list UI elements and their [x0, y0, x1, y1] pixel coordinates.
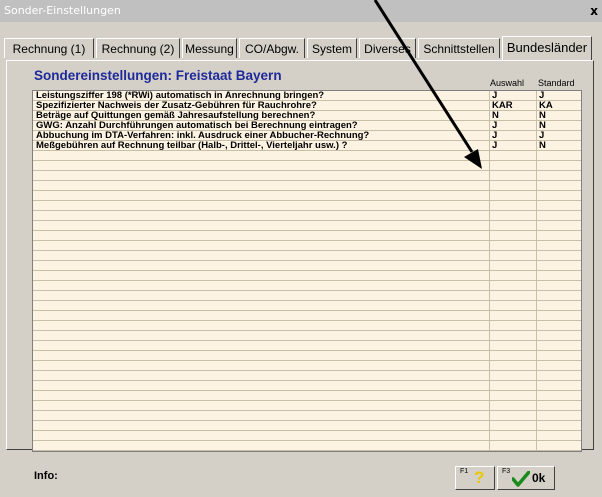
- close-button[interactable]: x: [590, 0, 598, 22]
- empty-row: [33, 201, 581, 211]
- tab-rechnung-1[interactable]: Rechnung (1): [4, 38, 94, 58]
- tab-schnittstellen[interactable]: Schnittstellen: [418, 38, 500, 58]
- empty-row: [33, 291, 581, 301]
- empty-row: [33, 351, 581, 361]
- ok-label: 0k: [532, 471, 546, 485]
- column-header-standard: Standard: [538, 78, 575, 88]
- empty-row: [33, 171, 581, 181]
- window-title: Sonder-Einstellungen: [4, 4, 121, 17]
- empty-row: [33, 251, 581, 261]
- empty-row: [33, 361, 581, 371]
- checkmark-icon: [512, 471, 530, 487]
- empty-row: [33, 451, 582, 452]
- empty-row: [33, 421, 581, 431]
- column-header-auswahl: Auswahl: [490, 78, 525, 88]
- table-row[interactable]: Meßgebühren auf Rechnung teilbar (Halb-,…: [33, 140, 581, 151]
- empty-row: [33, 241, 581, 251]
- tab-system[interactable]: System: [307, 38, 357, 58]
- row-auswahl-value[interactable]: J: [492, 141, 497, 151]
- empty-row: [33, 181, 581, 191]
- tab-messung[interactable]: Messung: [182, 38, 237, 58]
- empty-row: [33, 221, 581, 231]
- row-label: Meßgebühren auf Rechnung teilbar (Halb-,…: [36, 140, 348, 151]
- empty-row: [33, 331, 581, 341]
- empty-row: [33, 161, 581, 171]
- empty-row: [33, 211, 581, 221]
- tab-rechnung-2[interactable]: Rechnung (2): [96, 38, 180, 58]
- empty-row: [33, 411, 581, 421]
- help-fkey: F1: [460, 468, 469, 475]
- empty-row: [33, 371, 581, 381]
- empty-row: [33, 271, 581, 281]
- empty-row: [33, 441, 581, 451]
- ok-button[interactable]: F3 0k: [497, 466, 555, 490]
- tab-bundeslaender[interactable]: Bundesländer: [502, 36, 592, 60]
- empty-row: [33, 261, 581, 271]
- empty-row: [33, 391, 581, 401]
- empty-row: [33, 321, 581, 331]
- empty-row: [33, 341, 581, 351]
- title-bar: Sonder-Einstellungen x: [0, 0, 602, 22]
- info-label: Info:: [34, 470, 58, 482]
- settings-grid: Leistungsziffer 198 (*RWi) automatisch i…: [32, 90, 582, 452]
- row-standard-value: N: [539, 140, 546, 151]
- empty-row: [33, 281, 581, 291]
- help-button[interactable]: F1 ?: [455, 466, 495, 490]
- empty-row: [33, 151, 581, 161]
- empty-row: [33, 431, 581, 441]
- panel-heading: Sondereinstellungen: Freistaat Bayern: [34, 68, 282, 83]
- tab-co-abgw[interactable]: CO/Abgw.: [239, 38, 305, 58]
- tab-diverses[interactable]: Diverses: [359, 38, 416, 58]
- empty-row: [33, 311, 581, 321]
- empty-row: [33, 231, 581, 241]
- empty-row: [33, 301, 581, 311]
- empty-row: [33, 401, 581, 411]
- empty-row: [33, 191, 581, 201]
- ok-fkey: F3: [502, 468, 511, 475]
- question-mark-icon: ?: [474, 468, 485, 487]
- empty-row: [33, 381, 581, 391]
